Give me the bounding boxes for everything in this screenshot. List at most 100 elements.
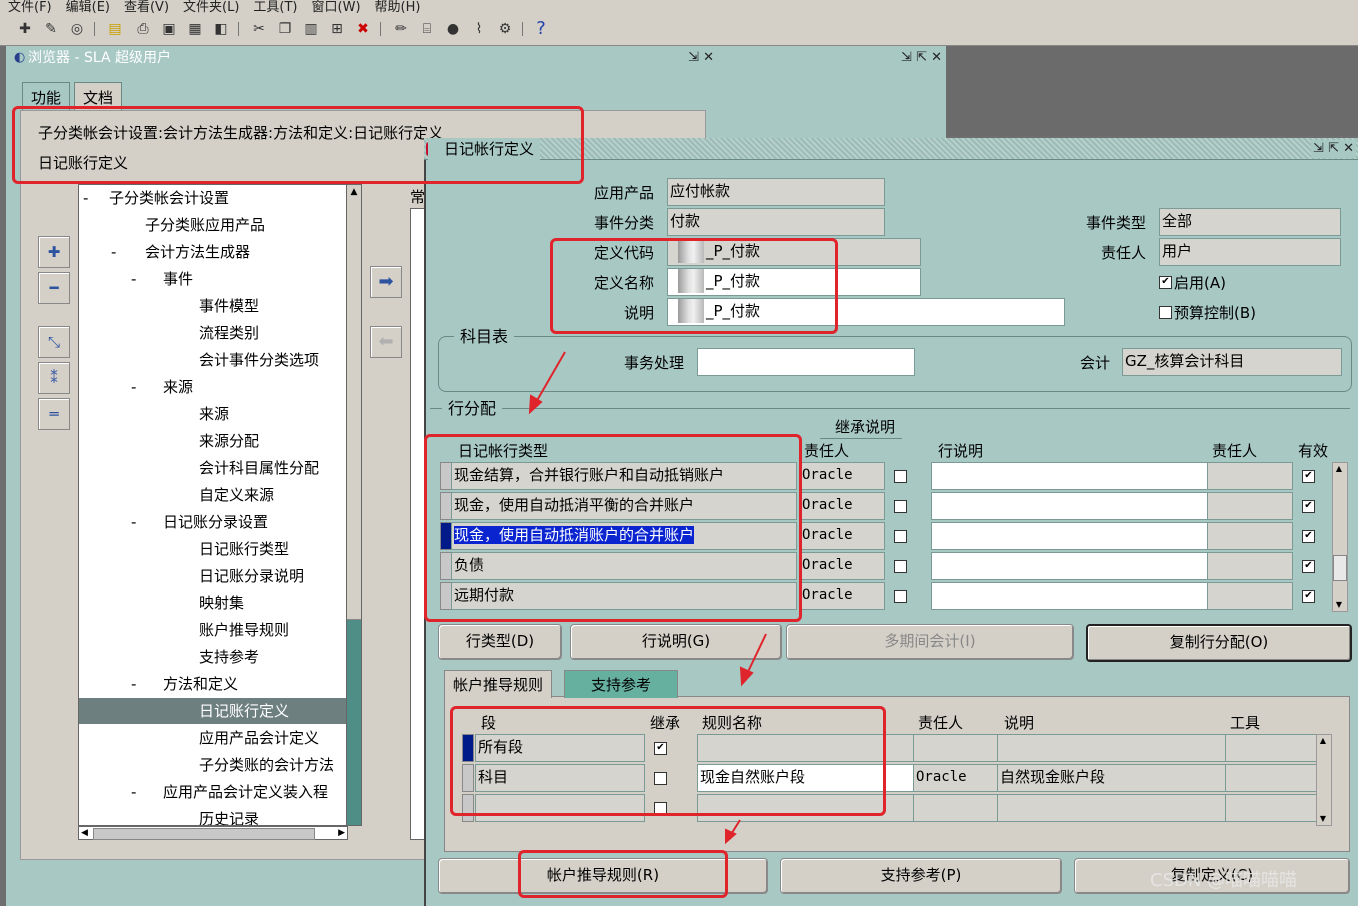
budget-control-checkbox[interactable]: [1159, 306, 1172, 319]
valid-checkbox[interactable]: ✔: [1302, 530, 1315, 543]
folder-tools-icon[interactable]: ⚙: [496, 20, 514, 38]
tab-documents[interactable]: 文档: [74, 82, 123, 112]
tree-item[interactable]: 映射集: [199, 590, 244, 616]
new-icon[interactable]: ✚: [16, 20, 34, 38]
tab-supporting-references[interactable]: 支持参考: [564, 670, 678, 698]
inherit-desc-checkbox[interactable]: [894, 530, 907, 543]
rule-tool-field[interactable]: [1225, 794, 1317, 822]
rule-name-field[interactable]: [697, 794, 915, 822]
rule-row-selector[interactable]: [462, 794, 474, 822]
rule-name-field[interactable]: [697, 734, 915, 762]
tree-horizontal-scrollbar[interactable]: ◀ ▶: [78, 826, 348, 840]
segment-field[interactable]: 科目: [475, 764, 645, 792]
copy-line-assignments-button[interactable]: 复制行分配(O): [1086, 624, 1352, 662]
valid-checkbox[interactable]: ✔: [1302, 560, 1315, 573]
rule-tool-field[interactable]: [1225, 734, 1317, 762]
tree-toggle[interactable]: -: [131, 266, 136, 292]
window-controls[interactable]: ⇲ ✕: [688, 49, 714, 67]
tree-item[interactable]: 会计方法生成器: [145, 239, 250, 265]
line-desc-field[interactable]: [931, 492, 1209, 520]
rule-row-selector[interactable]: [462, 764, 474, 792]
segment-field[interactable]: 所有段: [475, 734, 645, 762]
menu-item[interactable]: 文件夹(L): [183, 1, 239, 14]
line-type-field[interactable]: 现金，使用自动抵消平衡的合并账户: [451, 492, 797, 520]
line-owner2-field[interactable]: [1207, 552, 1293, 580]
line-type-field[interactable]: 现金结算，合并银行账户和自动抵销账户: [451, 462, 797, 490]
menu-item[interactable]: 工具(T): [253, 1, 297, 14]
tree-item[interactable]: 子分类账的会计方法: [199, 752, 334, 778]
expand-all-button[interactable]: ⁑: [38, 362, 70, 394]
tree-toggle[interactable]: -: [83, 185, 88, 211]
enabled-checkbox[interactable]: ✔: [1159, 276, 1172, 289]
inherit-desc-checkbox[interactable]: [894, 590, 907, 603]
tree-item[interactable]: 账户推导规则: [199, 617, 289, 643]
line-desc-field[interactable]: [931, 552, 1209, 580]
rule-inherit-checkbox[interactable]: [654, 772, 667, 785]
inherit-desc-checkbox[interactable]: [894, 470, 907, 483]
supporting-references-button[interactable]: 支持参考(P): [780, 858, 1062, 894]
menu-item[interactable]: 文件(F): [8, 1, 52, 14]
menu-item[interactable]: 窗口(W): [312, 1, 361, 14]
rule-inherit-checkbox[interactable]: [654, 802, 667, 815]
rule-desc-field[interactable]: [997, 794, 1227, 822]
tree-item[interactable]: 日记账行定义: [199, 698, 289, 724]
menu-item[interactable]: 查看(V): [124, 1, 169, 14]
owner-field[interactable]: 用户: [1159, 238, 1341, 266]
multi-period-button[interactable]: 多期间会计(I): [786, 624, 1074, 660]
rule-row-selector[interactable]: [462, 734, 474, 762]
tree-item[interactable]: 自定义来源: [199, 482, 274, 508]
tree-item[interactable]: 日记账行类型: [199, 536, 289, 562]
accounting-field[interactable]: GZ_核算会计科目: [1122, 348, 1342, 376]
tree-item[interactable]: 来源: [163, 374, 193, 400]
print-preview-icon[interactable]: ▦: [186, 20, 204, 38]
line-owner-field[interactable]: Oracle: [799, 552, 885, 580]
menu-item[interactable]: 帮助(H): [375, 1, 421, 14]
tree-item[interactable]: 子分类帐会计设置: [109, 185, 229, 211]
description-field[interactable]: _P_付款: [667, 298, 1065, 326]
tree-toggle[interactable]: -: [131, 509, 136, 535]
line-owner-field[interactable]: Oracle: [799, 522, 885, 550]
rule-desc-field[interactable]: 自然现金账户段: [997, 764, 1227, 792]
line-type-field[interactable]: 远期付款: [451, 582, 797, 610]
line-descriptions-button[interactable]: 行说明(G): [570, 624, 782, 660]
transaction-field[interactable]: [697, 348, 915, 376]
line-owner-field[interactable]: Oracle: [799, 492, 885, 520]
tree-item[interactable]: 来源分配: [199, 428, 259, 454]
edit-field-icon[interactable]: ✏: [392, 20, 410, 38]
line-desc-field[interactable]: [931, 462, 1209, 490]
zoom-icon[interactable]: ⌸: [418, 20, 436, 38]
tree-item[interactable]: 历史记录: [199, 806, 259, 825]
tab-functions[interactable]: 功能: [22, 82, 71, 112]
tree-item[interactable]: 来源: [199, 401, 229, 427]
tree-item[interactable]: 日记账分录说明: [199, 563, 304, 589]
rule-owner-field[interactable]: [913, 794, 999, 822]
valid-checkbox[interactable]: ✔: [1302, 470, 1315, 483]
help-icon[interactable]: ?: [532, 20, 550, 38]
rule-owner-field[interactable]: Oracle: [913, 764, 999, 792]
valid-checkbox[interactable]: ✔: [1302, 500, 1315, 513]
tree-vertical-scrollbar[interactable]: ▲: [346, 184, 362, 826]
def-name-field[interactable]: _P_付款: [667, 268, 921, 296]
inherit-desc-checkbox[interactable]: [894, 560, 907, 573]
rule-owner-field[interactable]: [913, 734, 999, 762]
expand-button[interactable]: ✚: [38, 236, 70, 268]
rule-desc-field[interactable]: [997, 734, 1227, 762]
tab-account-derivation-rules[interactable]: 帐户推导规则: [444, 670, 553, 698]
menu-item[interactable]: 编辑(E): [66, 1, 110, 14]
line-type-field[interactable]: 负债: [451, 552, 797, 580]
tree-toggle[interactable]: -: [131, 779, 136, 805]
tree-toggle[interactable]: -: [131, 374, 136, 400]
add-to-documents-button[interactable]: ➡: [370, 266, 402, 298]
tree-item[interactable]: 会计事件分类选项: [199, 347, 319, 373]
save-icon[interactable]: ▤: [106, 20, 124, 38]
paste-icon[interactable]: ▥: [302, 20, 320, 38]
inherit-desc-checkbox[interactable]: [894, 500, 907, 513]
line-types-button[interactable]: 行类型(D): [438, 624, 562, 660]
translations-icon[interactable]: ●: [444, 20, 462, 38]
print-icon[interactable]: ⎙: [134, 20, 152, 38]
open-icon[interactable]: ✎: [42, 20, 60, 38]
close-form-icon[interactable]: ▣: [160, 20, 178, 38]
line-owner-field[interactable]: Oracle: [799, 582, 885, 610]
line-desc-field[interactable]: [931, 582, 1209, 610]
window-controls[interactable]: ⇲ ⇱ ✕: [901, 49, 942, 67]
